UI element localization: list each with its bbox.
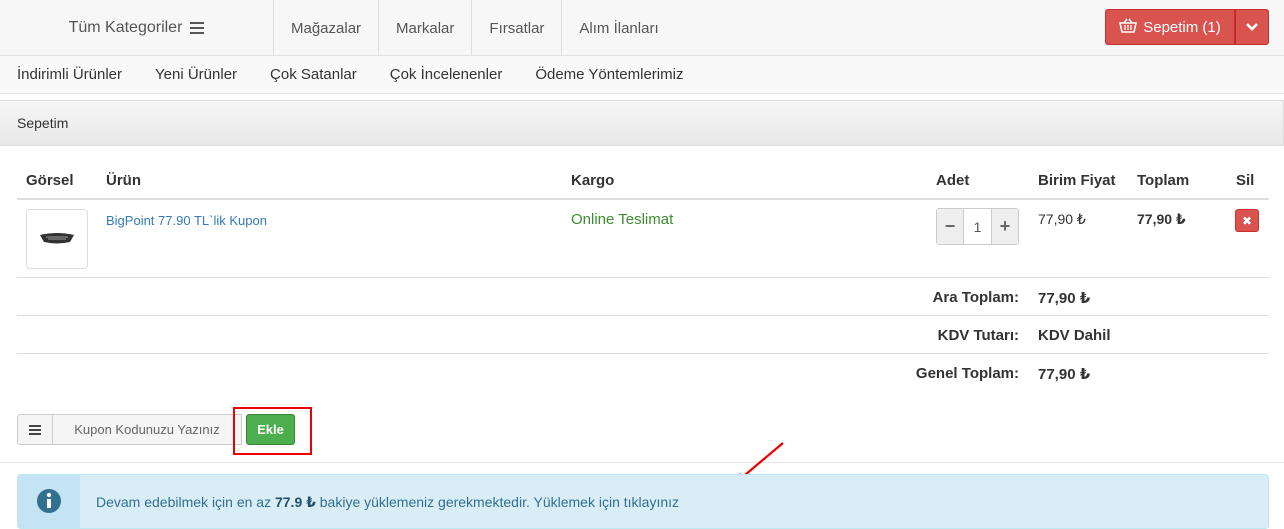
decrease-qty-button[interactable]: −: [937, 209, 963, 244]
coupon-code-input[interactable]: Kupon Kodunuzu Yazınız: [53, 414, 242, 445]
alert-amount: 77.9 ₺: [274, 494, 316, 510]
all-categories-button[interactable]: Tüm Kategoriler: [0, 0, 274, 56]
alert-text-before: Devam edebilmek için en az: [96, 494, 275, 510]
close-icon: ✖: [1241, 213, 1253, 228]
top-navbar: Tüm Kategoriler Mağazalar Markalar Fırsa…: [0, 0, 1284, 56]
hamburger-icon: [190, 22, 205, 34]
alert-message: Devam edebilmek için en az 77.9 ₺ bakiye…: [96, 494, 679, 511]
nav-link-firsatlar[interactable]: Fırsatlar: [472, 0, 563, 56]
row-total-value: 77,90 ₺: [1137, 211, 1186, 227]
header-divider: [17, 198, 1269, 200]
vat-label: KDV Tutarı:: [937, 327, 1019, 344]
product-thumbnail[interactable]: [26, 209, 88, 269]
cargo-value: Online Teslimat: [571, 211, 674, 228]
subtotal-label: Ara Toplam:: [932, 289, 1019, 306]
cart-panel-heading: Sepetim: [0, 100, 1284, 146]
nav-link-magazalar[interactable]: Mağazalar: [274, 0, 380, 56]
grand-total-label: Genel Toplam:: [915, 365, 1019, 382]
basket-icon: [1119, 18, 1138, 37]
cart-button[interactable]: Sepetim (1): [1105, 9, 1235, 45]
main-nav-links: Mağazalar Markalar Fırsatlar Alım İlanla…: [274, 0, 676, 56]
product-logo-image: [39, 231, 75, 248]
vat-value: KDV Dahil: [1038, 327, 1111, 344]
chevron-down-icon: [1245, 19, 1259, 35]
sub-navbar: İndirimli Ürünler Yeni Ürünler Çok Satan…: [0, 56, 1284, 94]
column-header-product: Ürün: [106, 172, 141, 189]
subnav-yeni-urunler[interactable]: Yeni Ürünler: [155, 66, 237, 83]
alert-text-after: bakiye yüklemeniz gerekmektedir. Yükleme…: [315, 494, 624, 510]
column-header-unit-price: Birim Fiyat: [1038, 172, 1116, 189]
subnav-cok-incelenenler[interactable]: Çok İncelenenler: [390, 66, 503, 83]
nav-link-markalar[interactable]: Markalar: [379, 0, 473, 56]
plus-icon: +: [999, 216, 1011, 236]
product-link[interactable]: BigPoint 77.90 TL`lik Kupon: [106, 213, 267, 228]
column-header-image: Görsel: [26, 172, 74, 189]
grand-total-value: 77,90 ₺: [1038, 366, 1091, 383]
cart-dropdown-toggle[interactable]: [1235, 9, 1269, 45]
info-alert: Devam edebilmek için en az 77.9 ₺ bakiye…: [17, 474, 1269, 529]
all-categories-label: Tüm Kategoriler: [68, 19, 183, 36]
delete-item-button[interactable]: ✖: [1235, 209, 1259, 232]
quantity-stepper: − 1 +: [936, 208, 1019, 245]
add-coupon-button[interactable]: Ekle: [246, 414, 295, 445]
cart-label: Sepetim (1): [1143, 18, 1221, 36]
subnav-cok-satanlar[interactable]: Çok Satanlar: [270, 66, 357, 83]
column-header-total: Toplam: [1137, 172, 1190, 189]
info-icon-box: [18, 475, 80, 528]
minus-icon: −: [944, 216, 956, 236]
hamburger-icon: [29, 424, 41, 435]
subnav-odeme-yontemleri[interactable]: Ödeme Yöntemlerimiz: [535, 66, 683, 83]
summary-divider: [17, 315, 1269, 316]
summary-divider: [17, 353, 1269, 354]
quantity-value[interactable]: 1: [963, 209, 992, 244]
section-divider: [0, 462, 1284, 463]
nav-link-alim-ilanlari[interactable]: Alım İlanları: [562, 0, 675, 56]
column-header-delete: Sil: [1236, 172, 1255, 189]
cart-button-group: Sepetim (1): [1105, 9, 1269, 45]
unit-price-value: 77,90 ₺: [1038, 211, 1086, 227]
subnav-indirimli-urunler[interactable]: İndirimli Ürünler: [17, 66, 122, 83]
info-icon: [36, 488, 62, 517]
topup-link[interactable]: tıklayınız: [624, 494, 679, 510]
subtotal-value: 77,90 ₺: [1038, 290, 1091, 307]
column-header-qty: Adet: [936, 172, 970, 189]
column-header-cargo: Kargo: [571, 172, 615, 189]
increase-qty-button[interactable]: +: [992, 209, 1018, 244]
coupon-menu-button[interactable]: [17, 414, 53, 445]
row-divider: [17, 277, 1269, 278]
panel-title: Sepetim: [17, 115, 69, 131]
